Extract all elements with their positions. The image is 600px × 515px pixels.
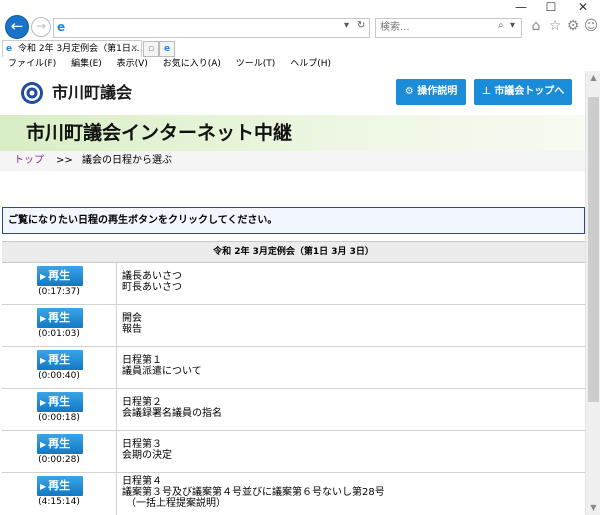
home-icon[interactable]: ⌂ xyxy=(528,18,544,34)
refresh-icon[interactable]: ↻ xyxy=(357,20,365,31)
play-button[interactable]: ▶ 再生 xyxy=(37,350,83,370)
table-row: ▶ 再生 (0:00:40) 日程第１ 議員派遣について xyxy=(2,347,585,389)
menu-favorites[interactable]: お気に入り(A) xyxy=(163,59,221,69)
menu-help[interactable]: ヘルプ(H) xyxy=(290,59,331,69)
address-dropdown-icon[interactable]: ▾ xyxy=(344,20,349,31)
play-icon: ▶ xyxy=(40,272,47,281)
town-emblem-icon xyxy=(21,82,43,104)
guide-button[interactable]: ⚙ 操作説明 xyxy=(396,79,466,105)
new-tab-icon[interactable]: ▫ xyxy=(143,41,159,57)
play-icon: ▶ xyxy=(40,314,47,323)
duration: (0:00:18) xyxy=(38,413,80,423)
vertical-scrollbar[interactable]: ▲ ▼ xyxy=(585,71,600,515)
menu-file[interactable]: ファイル(F) xyxy=(8,59,56,69)
duration: (4:15:14) xyxy=(38,497,80,507)
table-row: ▶ 再生 (0:17:37) 議長あいさつ 町長あいさつ xyxy=(2,263,585,305)
play-button[interactable]: ▶ 再生 xyxy=(37,266,83,286)
breadcrumb-top-link[interactable]: トップ xyxy=(14,151,44,171)
breadcrumb-current: 議会の日程から選ぶ xyxy=(82,155,172,166)
tab-strip: e 令和 2年 3月定例会（第1日... ✕ ▫ e xyxy=(0,40,600,58)
menu-view[interactable]: 表示(V) xyxy=(117,59,148,69)
ie-logo-icon: e xyxy=(57,20,66,34)
play-icon: ▶ xyxy=(40,398,47,407)
search-box[interactable]: ⌕ ▾ xyxy=(375,18,522,38)
gear-icon: ⚙ xyxy=(404,86,414,97)
sitemap-icon: ⊥ xyxy=(481,86,491,97)
agenda-text: 日程第２ 会議録署名議員の指名 xyxy=(122,397,222,419)
schedule-table: 令和 2年 3月定例会（第1日 3月 3日） ▶ 再生 (0:17:37) 議長あ… xyxy=(2,241,585,515)
breadcrumb-separator: >> xyxy=(56,155,73,166)
play-icon: ▶ xyxy=(40,482,47,491)
tab-close-icon[interactable]: ✕ xyxy=(130,41,138,57)
table-row: ▶ 再生 (0:00:28) 日程第３ 会期の決定 xyxy=(2,431,585,473)
agenda-text: 日程第３ 会期の決定 xyxy=(122,439,172,461)
scroll-up-icon[interactable]: ▲ xyxy=(586,71,600,85)
council-top-button[interactable]: ⊥ 市議会トップへ xyxy=(474,79,572,105)
settings-gear-icon[interactable]: ⚙ xyxy=(565,18,581,34)
site-name: 市川町議会 xyxy=(52,83,133,102)
play-button[interactable]: ▶ 再生 xyxy=(37,434,83,454)
play-icon: ▶ xyxy=(40,356,47,365)
menu-tools[interactable]: ツール(T) xyxy=(236,59,276,69)
search-icon[interactable]: ⌕ xyxy=(498,20,504,31)
agenda-text: 日程第１ 議員派遣について xyxy=(122,355,202,377)
scroll-thumb[interactable] xyxy=(588,97,599,402)
scroll-down-icon[interactable]: ▼ xyxy=(586,501,600,515)
site-header: 市川町議会 ⚙ 操作説明 ⊥ 市議会トップへ xyxy=(0,71,585,115)
agenda-text: 開会 報告 xyxy=(122,313,142,335)
instruction-box: ご覧になりたい日程の再生ボタンをクリックしてください。 xyxy=(2,207,585,234)
forward-arrow-icon[interactable]: → xyxy=(31,17,51,37)
browser-tab[interactable]: e 令和 2年 3月定例会（第1日... ✕ xyxy=(2,40,142,57)
browser-navbar: ← → e ▾ ↻ ⌕ ▾ ⌂ ☆ ⚙ ☺ xyxy=(0,12,600,40)
back-arrow-icon[interactable]: ← xyxy=(5,15,29,39)
page-viewport: 市川町議会 ⚙ 操作説明 ⊥ 市議会トップへ 市川町議会インターネット中継 トッ… xyxy=(0,71,585,515)
feedback-smiley-icon[interactable]: ☺ xyxy=(583,18,599,34)
play-button[interactable]: ▶ 再生 xyxy=(37,476,83,496)
table-row: ▶ 再生 (0:01:03) 開会 報告 xyxy=(2,305,585,347)
play-button[interactable]: ▶ 再生 xyxy=(37,308,83,328)
favorites-star-icon[interactable]: ☆ xyxy=(547,18,563,34)
agenda-text: 日程第４ 議案第３号及び議案第４号並びに議案第６号ないし第28号 （一括上程提案… xyxy=(122,476,385,509)
agenda-text: 議長あいさつ 町長あいさつ xyxy=(122,271,182,293)
breadcrumb: トップ >> 議会の日程から選ぶ xyxy=(0,151,585,171)
play-icon: ▶ xyxy=(40,440,47,449)
table-row: ▶ 再生 (0:00:18) 日程第２ 会議録署名議員の指名 xyxy=(2,389,585,431)
menu-edit[interactable]: 編集(E) xyxy=(71,59,102,69)
address-bar[interactable]: e ▾ ↻ xyxy=(53,18,370,38)
menu-bar: ファイル(F) 編集(E) 表示(V) お気に入り(A) ツール(T) ヘルプ(… xyxy=(0,57,600,71)
search-input[interactable] xyxy=(376,19,494,35)
duration: (0:00:40) xyxy=(38,371,80,381)
window-titlebar: — ☐ ✕ xyxy=(0,0,600,14)
tab-title: 令和 2年 3月定例会（第1日... xyxy=(18,44,140,54)
ie-newtab-logo-icon[interactable]: e xyxy=(159,41,175,57)
table-row: ▶ 再生 (4:15:14) 日程第４ 議案第３号及び議案第４号並びに議案第６号な… xyxy=(2,473,585,515)
session-header: 令和 2年 3月定例会（第1日 3月 3日） xyxy=(2,242,585,263)
ie-tab-icon: e xyxy=(6,44,13,54)
duration: (0:00:28) xyxy=(38,455,80,465)
duration: (0:17:37) xyxy=(38,287,80,297)
search-dropdown-icon[interactable]: ▾ xyxy=(510,20,515,31)
page-title: 市川町議会インターネット中継 xyxy=(26,122,293,144)
duration: (0:01:03) xyxy=(38,329,80,339)
play-button[interactable]: ▶ 再生 xyxy=(37,392,83,412)
title-banner: 市川町議会インターネット中継 xyxy=(0,115,585,151)
